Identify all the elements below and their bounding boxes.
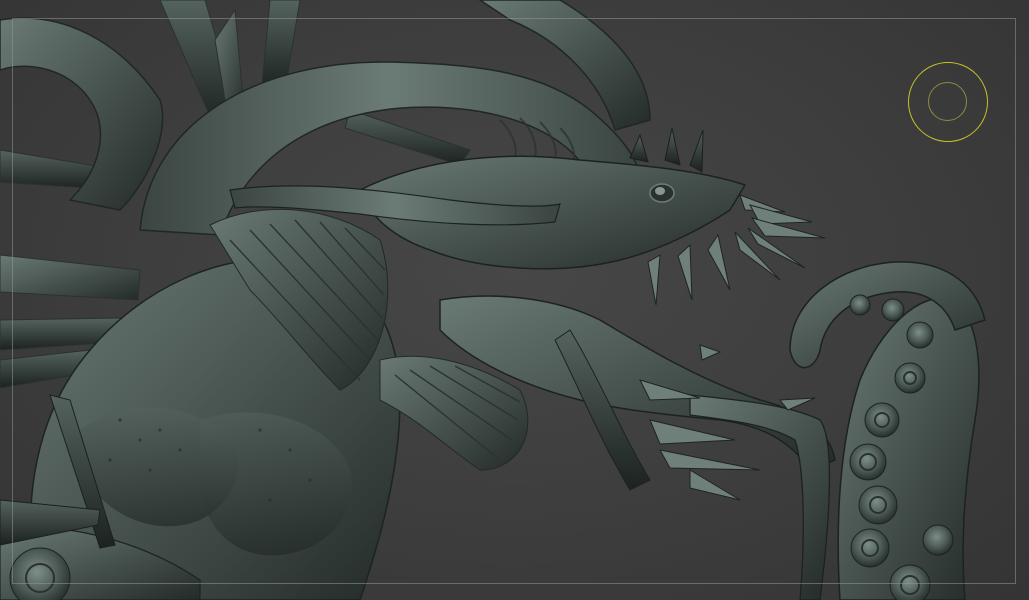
draw-size-ring-icon[interactable] <box>908 62 988 142</box>
sculpted-creature-model[interactable] <box>0 0 1029 600</box>
brush-inner-ring <box>928 82 967 121</box>
sculpt-viewport[interactable] <box>0 0 1029 600</box>
